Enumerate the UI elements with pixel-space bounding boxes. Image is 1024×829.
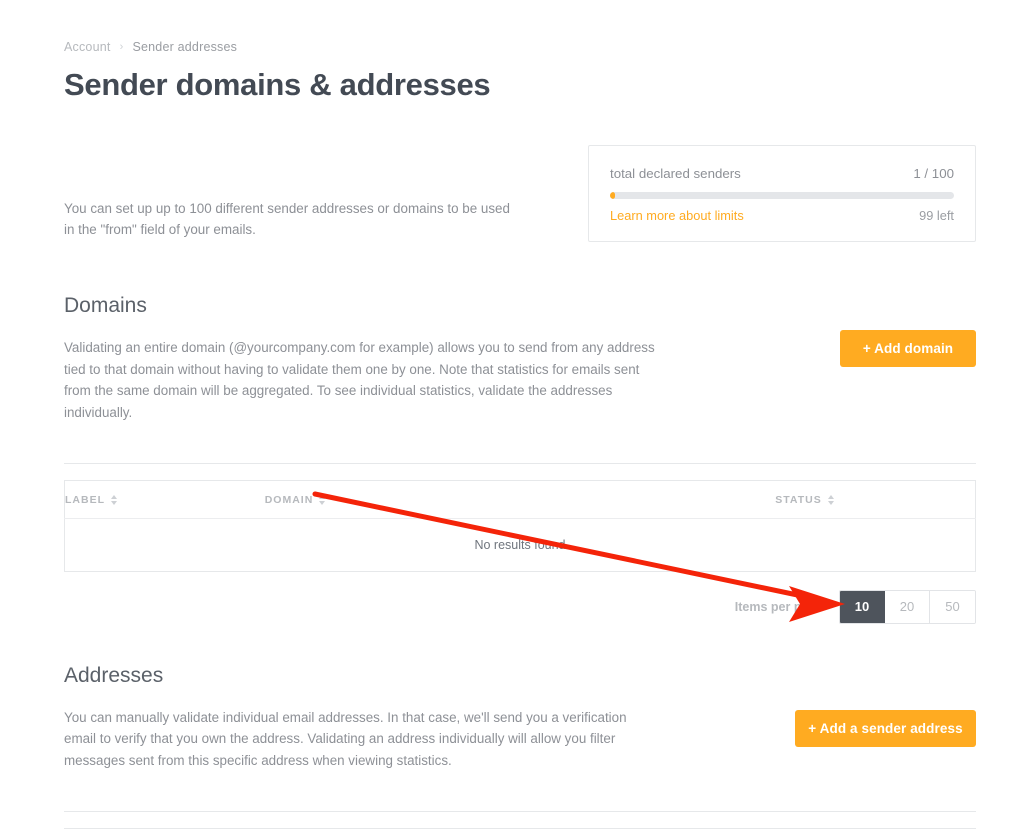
quota-progress-bar [610, 192, 954, 199]
quota-count: 1 / 100 [913, 166, 954, 181]
domains-empty-message: No results found [474, 537, 566, 552]
quota-footer: Learn more about limits 99 left [610, 208, 954, 223]
addresses-section: Addresses You can manually validate indi… [64, 664, 976, 829]
page-content: Account › Sender addresses Sender domain… [64, 0, 976, 829]
domains-empty-row: No results found [65, 518, 976, 571]
domains-pager-option-10[interactable]: 10 [840, 590, 885, 623]
domains-col-label[interactable]: LABEL [64, 480, 265, 519]
domains-table: LABEL DOMAIN STATUS No results found [64, 479, 976, 572]
domains-col-domain-text: DOMAIN [264, 493, 314, 506]
intro-text: You can set up up to 100 different sende… [64, 201, 510, 238]
page-root: Account › Sender addresses Sender domain… [0, 0, 1024, 829]
breadcrumb-item-sender-addresses: Sender addresses [132, 40, 238, 54]
domains-table-header-row: LABEL DOMAIN STATUS [64, 480, 976, 519]
breadcrumb-separator-icon: › [119, 41, 124, 53]
domains-col-label-text: LABEL [65, 493, 105, 506]
add-sender-address-button[interactable]: + Add a sender address [795, 709, 976, 747]
domains-col-domain[interactable]: DOMAIN [264, 480, 776, 519]
breadcrumb-item-account[interactable]: Account [64, 40, 111, 54]
domains-pager-option-50[interactable]: 50 [930, 590, 975, 623]
domains-pager-option-20[interactable]: 20 [885, 590, 930, 623]
domains-pager: Items per page 10 20 50 [64, 589, 976, 624]
learn-more-about-limits-link[interactable]: Learn more about limits [610, 208, 744, 223]
domains-section-title: Domains [64, 293, 147, 317]
addresses-section-title: Addresses [64, 663, 164, 687]
sort-icon[interactable] [827, 494, 834, 505]
domains-section: Domains Validating an entire domain (@yo… [64, 294, 976, 624]
quota-header: total declared senders 1 / 100 [610, 166, 954, 181]
domains-description: Validating an entire domain (@yourcompan… [64, 340, 655, 420]
quota-progress-fill [610, 192, 615, 199]
addresses-section-row: You can manually validate individual ema… [64, 694, 976, 785]
addresses-description: You can manually validate individual ema… [64, 709, 627, 768]
quota-label: total declared senders [610, 166, 741, 181]
page-title: Sender domains & addresses [64, 67, 491, 102]
add-domain-button[interactable]: + Add domain [840, 329, 976, 367]
quota-card: total declared senders 1 / 100 Learn mor… [588, 145, 976, 242]
intro-row: You can set up up to 100 different sende… [64, 145, 976, 254]
domains-pager-label: Items per page [734, 599, 823, 614]
domains-col-status[interactable]: STATUS [775, 480, 976, 519]
sort-icon[interactable] [111, 494, 117, 505]
sort-icon[interactable] [319, 494, 326, 505]
domains-pager-options: 10 20 50 [839, 589, 976, 624]
domains-divider [64, 462, 976, 464]
addresses-divider [64, 810, 976, 812]
breadcrumb: Account › Sender addresses [64, 40, 976, 54]
domains-section-row: Validating an entire domain (@yourcompan… [64, 324, 976, 437]
domains-col-status-text: STATUS [775, 493, 822, 506]
quota-remaining: 99 left [919, 208, 954, 223]
